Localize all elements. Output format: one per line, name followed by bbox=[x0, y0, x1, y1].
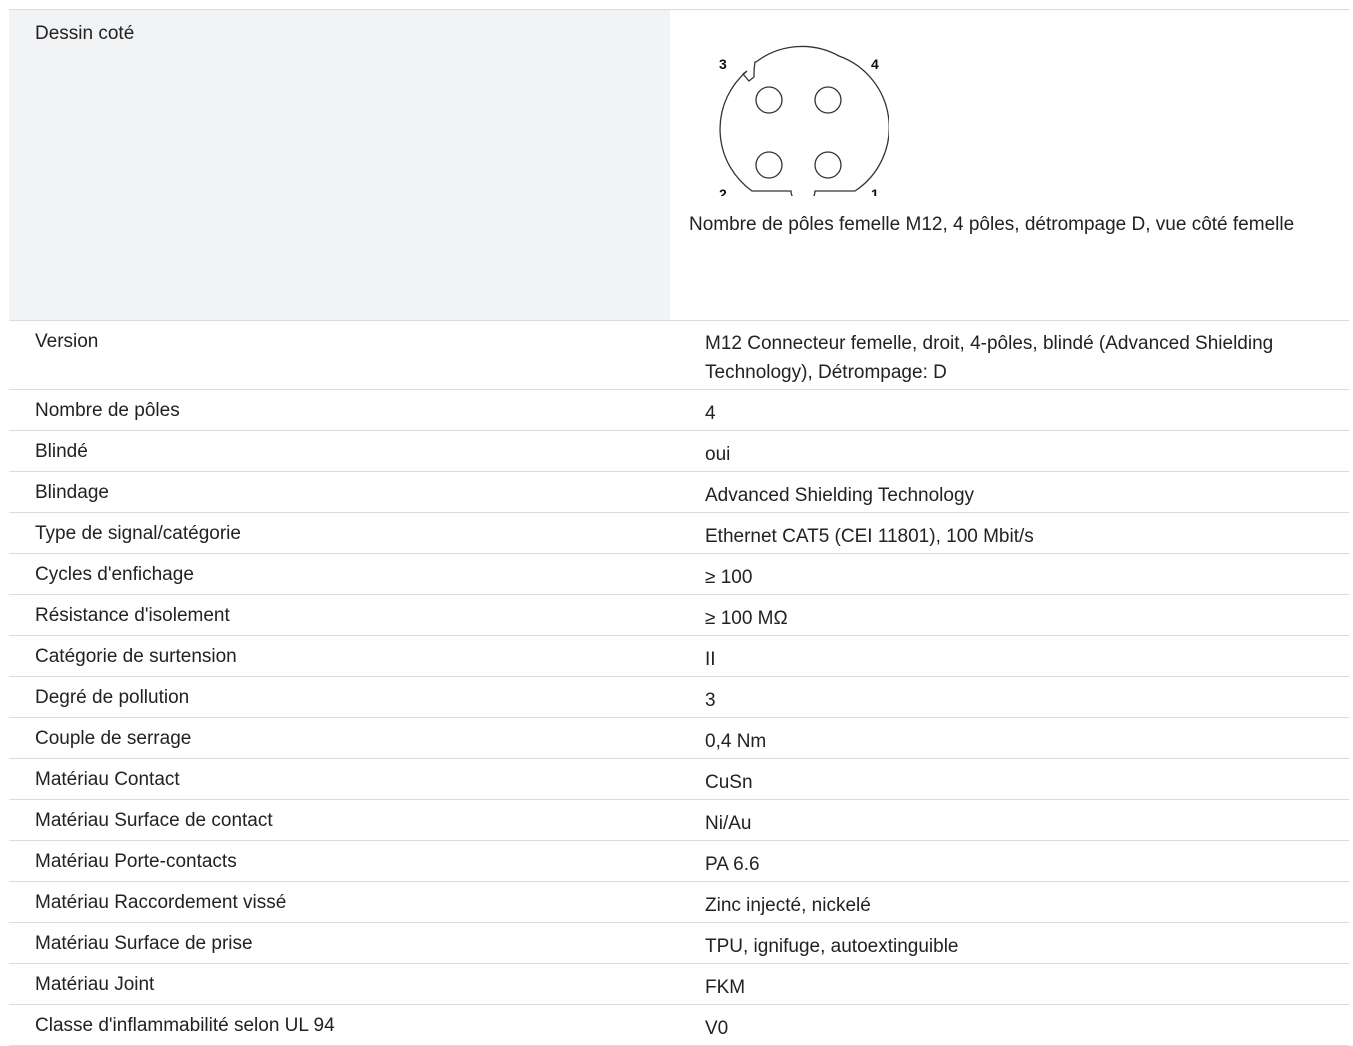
table-row: Blindé oui bbox=[9, 431, 1349, 472]
m12-connector-drawing: 3 4 2 1 bbox=[719, 45, 890, 204]
row-value: II bbox=[679, 636, 1349, 676]
table-row: Blindage Advanced Shielding Technology bbox=[9, 472, 1349, 513]
row-label: Blindage bbox=[9, 472, 679, 512]
table-row: Couple de serrage 0,4 Nm bbox=[9, 718, 1349, 759]
row-value: Ni/Au bbox=[679, 800, 1349, 840]
table-row: Nombre de pôles 4 bbox=[9, 390, 1349, 431]
connector-outline bbox=[719, 45, 890, 204]
table-row: Classe d'inflammabilité selon UL 94 V0 bbox=[9, 1005, 1349, 1046]
row-value: FKM bbox=[679, 964, 1349, 1004]
pin-label-4: 4 bbox=[871, 56, 879, 72]
row-label: Version bbox=[35, 331, 99, 352]
table-row: Matériau Porte-contacts PA 6.6 bbox=[9, 841, 1349, 882]
row-label: Type de signal/catégorie bbox=[9, 513, 679, 553]
contact-pin bbox=[755, 86, 783, 114]
drawing-cell: 3 4 2 1 Nombre de pôles femelle M12, 4 p… bbox=[670, 10, 1349, 320]
spec-table: Dessin coté 3 4 2 1 Nombre de pôles feme… bbox=[9, 9, 1349, 1046]
row-label: Cycles d'enfichage bbox=[9, 554, 679, 594]
table-row: Type de signal/catégorie Ethernet CAT5 (C… bbox=[9, 513, 1349, 554]
table-row: Matériau Raccordement vissé Zinc injecté,… bbox=[9, 882, 1349, 923]
table-row: Matériau Joint FKM bbox=[9, 964, 1349, 1005]
row-value: ≥ 100 bbox=[679, 554, 1349, 594]
pin-label-3: 3 bbox=[719, 56, 727, 72]
row-value: M12 Connecteur femelle, droit, 4-pôles, … bbox=[705, 333, 1274, 383]
table-row: Matériau Surface de prise TPU, ignifuge, … bbox=[9, 923, 1349, 964]
row-label: Résistance d'isolement bbox=[9, 595, 679, 635]
table-row-drawing: Dessin coté 3 4 2 1 Nombre de pôles feme… bbox=[9, 10, 1349, 321]
row-label: Matériau Joint bbox=[9, 964, 679, 1004]
table-row: Matériau Contact CuSn bbox=[9, 759, 1349, 800]
table-row: Cycles d'enfichage ≥ 100 bbox=[9, 554, 1349, 595]
pin-label-2: 2 bbox=[719, 186, 727, 196]
table-row: Degré de pollution 3 bbox=[9, 677, 1349, 718]
row-value: Advanced Shielding Technology bbox=[679, 472, 1349, 512]
row-label: Matériau Porte-contacts bbox=[9, 841, 679, 881]
row-value: PA 6.6 bbox=[679, 841, 1349, 881]
row-value: Zinc injecté, nickelé bbox=[679, 882, 1349, 922]
row-value: TPU, ignifuge, autoextinguible bbox=[679, 923, 1349, 963]
contact-pin bbox=[814, 86, 842, 114]
row-value: CuSn bbox=[679, 759, 1349, 799]
row-label: Degré de pollution bbox=[9, 677, 679, 717]
row-label: Classe d'inflammabilité selon UL 94 bbox=[9, 1005, 679, 1045]
table-row: Résistance d'isolement ≥ 100 MΩ bbox=[9, 595, 1349, 636]
row-value: 4 bbox=[679, 390, 1349, 430]
row-label: Matériau Raccordement vissé bbox=[9, 882, 679, 922]
table-row: Version M12 Connecteur femelle, droit, 4-… bbox=[9, 321, 1349, 390]
row-value: 0,4 Nm bbox=[679, 718, 1349, 758]
spec-rows: Version M12 Connecteur femelle, droit, 4-… bbox=[9, 321, 1349, 1046]
row-value: Ethernet CAT5 (CEI 11801), 100 Mbit/s bbox=[679, 513, 1349, 553]
row-value: oui bbox=[679, 431, 1349, 471]
table-row: Catégorie de surtension II bbox=[9, 636, 1349, 677]
row-label: Dessin coté bbox=[9, 10, 670, 320]
row-value: 3 bbox=[679, 677, 1349, 717]
row-label: Nombre de pôles bbox=[9, 390, 679, 430]
row-label: Matériau Surface de contact bbox=[9, 800, 679, 840]
row-label: Blindé bbox=[9, 431, 679, 471]
row-label: Couple de serrage bbox=[9, 718, 679, 758]
pin-label-1: 1 bbox=[871, 186, 879, 196]
row-label: Catégorie de surtension bbox=[9, 636, 679, 676]
contact-pin bbox=[755, 151, 783, 179]
row-value: ≥ 100 MΩ bbox=[679, 595, 1349, 635]
table-row: Matériau Surface de contact Ni/Au bbox=[9, 800, 1349, 841]
drawing-caption: Nombre de pôles femelle M12, 4 pôles, dé… bbox=[689, 214, 1295, 235]
contact-pin bbox=[814, 151, 842, 179]
row-label: Matériau Surface de prise bbox=[9, 923, 679, 963]
row-label: Matériau Contact bbox=[9, 759, 679, 799]
row-value: V0 bbox=[679, 1005, 1349, 1045]
